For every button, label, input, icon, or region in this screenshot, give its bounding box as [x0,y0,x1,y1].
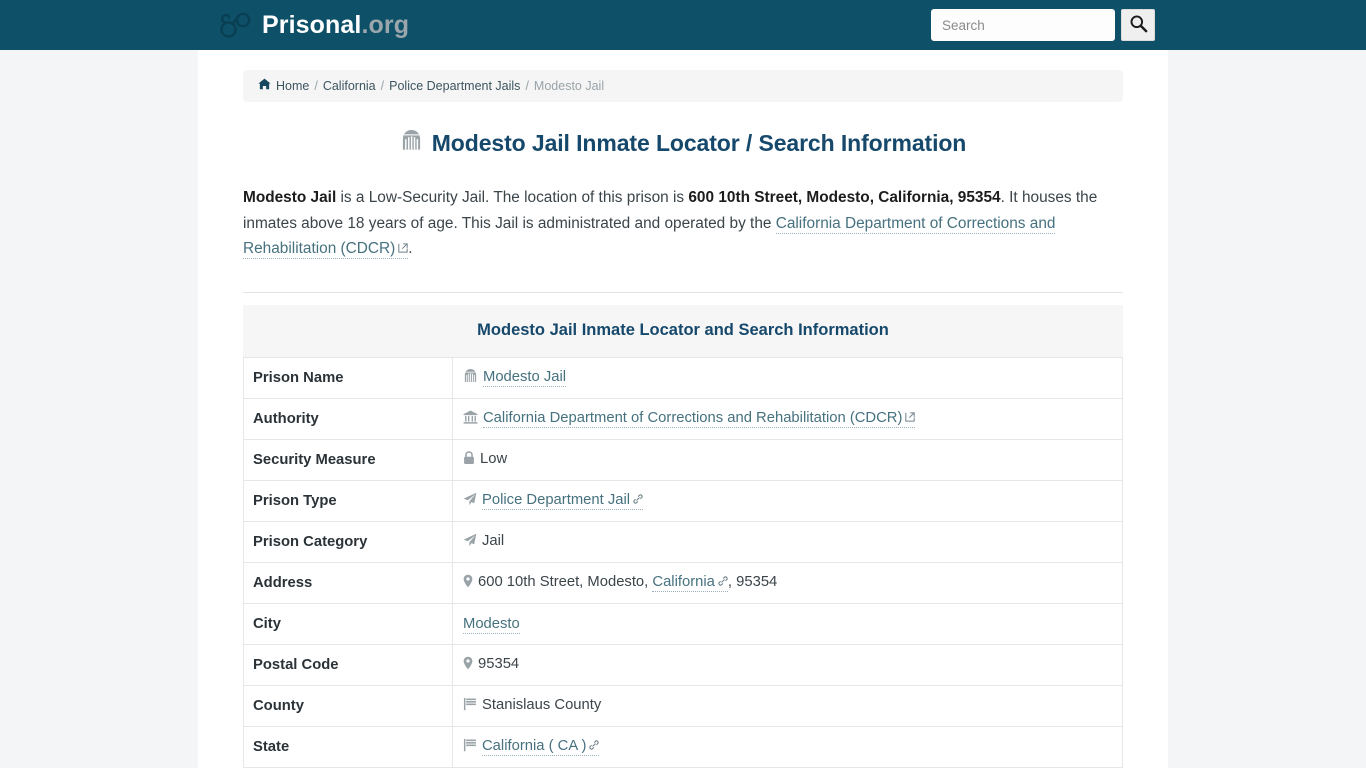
row-label: Postal Code [243,643,453,686]
institution-icon [463,410,478,428]
table-row: Authority California Department of Corre… [243,397,1123,440]
handcuffs-icon [218,10,252,40]
external-link-icon [905,410,916,426]
row-label: Prison Name [243,356,453,399]
site-logo-link[interactable]: Prisonal.org [218,10,409,40]
page-title: Modesto Jail Inmate Locator / Search Inf… [243,129,1123,157]
table-row: County Stanislaus County [243,684,1123,727]
chain-link-icon [633,492,643,508]
intro-prison-name: Modesto Jail [243,189,337,206]
row-value-link[interactable]: Police Department Jail [482,491,644,510]
breadcrumb: Home / California / Police Department Ja… [243,70,1123,102]
table-row: Security Measure Low [243,438,1123,481]
flag-icon [463,738,477,756]
row-label: Prison Category [243,520,453,563]
row-value: 600 10th Street, Modesto, California , 95… [452,561,1123,604]
breadcrumb-separator: / [380,78,385,93]
search-icon [1129,14,1148,36]
brand-name: Prisonal [262,10,362,39]
table-row: Postal Code 95354 [243,643,1123,686]
row-value: Low [452,438,1123,481]
row-label: City [243,602,453,645]
breadcrumb-item-police-department-jails[interactable]: Police Department Jails [389,79,520,94]
row-value: California Department of Corrections and… [452,397,1123,440]
row-value-label: California ( CA ) [482,737,587,754]
row-value: Modesto Jail [452,356,1123,399]
search-input[interactable] [931,9,1115,41]
row-value-text: Low [480,450,508,467]
intro-paragraph: Modesto Jail is a Low-Security Jail. The… [243,185,1123,262]
row-label: Security Measure [243,438,453,481]
info-table-wrap: Modesto Jail Inmate Locator and Search I… [243,304,1123,768]
map-marker-icon [463,656,473,674]
intro-text-3: . [408,240,413,257]
row-label: State [243,725,453,768]
row-value-text: Jail [482,532,505,549]
flag-icon [463,697,477,715]
table-caption: Modesto Jail Inmate Locator and Search I… [243,304,1123,357]
prison-info-table: Modesto Jail Inmate Locator and Search I… [243,304,1123,768]
table-body: Prison Name Modesto Jail Authority Calif… [243,356,1123,768]
site-header: Prisonal.org [0,0,1366,50]
page-title-text: Modesto Jail Inmate Locator / Search Inf… [431,129,967,156]
row-value-link[interactable]: Modesto Jail [483,369,567,387]
table-row: Address 600 10th Street, Modesto, Califo… [243,561,1123,604]
chain-link-icon [589,738,600,754]
row-value-link[interactable]: Modesto [463,615,520,634]
breadcrumb-separator: / [314,78,318,93]
row-value-text: Stanislaus County [482,696,602,713]
row-value-label: California Department of Corrections and… [483,409,903,426]
lock-icon [463,450,475,469]
row-label: Address [243,561,453,604]
row-value-text: 95354 [478,655,520,672]
table-row: Prison Category Jail [243,520,1123,563]
breadcrumb-item-current: Modesto Jail [533,78,605,93]
row-value: Modesto [452,602,1123,645]
intro-address: 600 10th Street, Modesto, California, 95… [688,189,1001,206]
table-row: Prison Name Modesto Jail [243,356,1123,399]
row-value: Stanislaus County [452,684,1123,727]
breadcrumb-item-california[interactable]: California [323,79,376,94]
jail-archway-icon [463,368,478,387]
external-link-icon [398,240,408,257]
map-marker-icon [463,574,473,592]
row-label: Authority [243,397,453,440]
row-label: County [243,684,453,727]
row-label: Prison Type [243,479,453,522]
jail-archway-icon [400,129,423,157]
row-value-label: California [652,573,715,590]
row-value-link[interactable]: California [652,573,728,592]
intro-text-1: is a Low-Security Jail. The location of … [336,189,689,206]
home-icon [258,78,271,94]
table-row: State California ( CA ) [243,725,1123,768]
section-divider [243,291,1123,293]
site-brand-text: Prisonal.org [262,10,410,39]
row-value-suffix: , 95354 [727,573,778,590]
row-value: Jail [452,520,1123,563]
content-container: Home / California / Police Department Ja… [243,50,1123,768]
table-row: City Modesto [243,602,1123,645]
chain-link-icon [718,574,728,590]
paper-plane-icon [463,533,477,551]
row-value: California ( CA ) [452,725,1123,768]
breadcrumb-separator: / [525,78,529,93]
row-value-label: Police Department Jail [482,491,631,508]
row-value-prefix: 600 10th Street, Modesto, [478,573,653,590]
row-value-link[interactable]: California Department of Corrections and… [483,409,916,428]
row-value-link[interactable]: California ( CA ) [482,737,600,756]
breadcrumb-item-home[interactable]: Home [276,79,309,94]
table-row: Prison Type Police Department Jail [243,479,1123,522]
header-search [931,9,1155,41]
row-value: Police Department Jail [452,479,1123,522]
search-button[interactable] [1121,9,1155,41]
brand-tld: .org [361,10,410,39]
paper-plane-icon [463,492,477,510]
row-value: 95354 [452,643,1123,686]
page-container: Home / California / Police Department Ja… [198,50,1168,768]
